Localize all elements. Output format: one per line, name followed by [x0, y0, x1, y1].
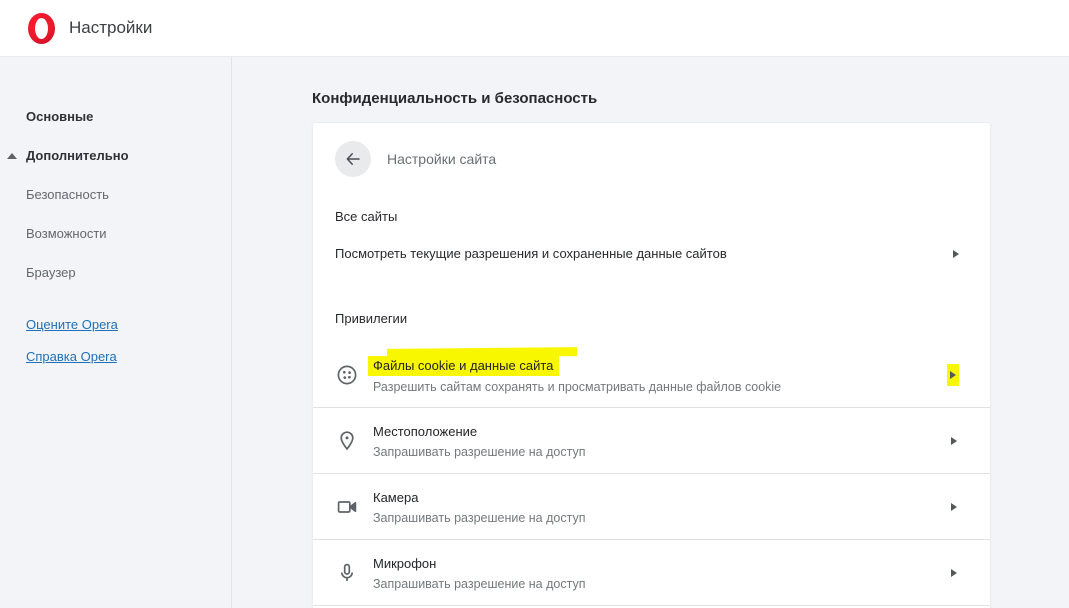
view-permissions-row[interactable]: Посмотреть текущие разрешения и сохранен… [313, 230, 990, 281]
settings-sidebar: Основные Дополнительно Безопасность Возм… [0, 57, 232, 608]
card-title: Настройки сайта [387, 151, 496, 167]
privileges-section-label: Привилегии [313, 281, 990, 332]
permission-title: Камера [373, 489, 418, 506]
sidebar-item-general[interactable]: Основные [26, 109, 231, 125]
card-header: Настройки сайта [313, 123, 990, 189]
back-button[interactable] [335, 141, 371, 177]
microphone-icon [335, 561, 359, 585]
permission-row[interactable]: Камера Запрашивать разрешение на доступ [313, 474, 990, 540]
camera-icon-wrap [335, 495, 359, 519]
chevron-right-icon [951, 503, 957, 511]
sidebar-item-security[interactable]: Безопасность [26, 187, 231, 203]
permission-row[interactable]: Микрофон Запрашивать разрешение на досту… [313, 540, 990, 606]
location-icon [335, 429, 359, 453]
permission-title: Микрофон [373, 555, 436, 572]
rate-opera-link[interactable]: Оцените Opera [26, 317, 231, 333]
camera-icon [335, 495, 359, 519]
settings-main: Конфиденциальность и безопасность Настро… [232, 57, 1069, 608]
chevron-right-icon [951, 437, 957, 445]
chevron-right-icon [950, 371, 956, 379]
cookie-icon-wrap [335, 363, 359, 387]
permission-row[interactable]: Файлы cookie и данные сайта Разрешить са… [313, 342, 990, 408]
sidebar-item-features[interactable]: Возможности [26, 226, 231, 242]
permission-subtitle: Разрешить сайтам сохранять и просматрива… [373, 380, 947, 394]
app-title: Настройки [69, 18, 152, 38]
view-permissions-label: Посмотреть текущие разрешения и сохранен… [335, 246, 727, 261]
opera-help-link[interactable]: Справка Opera [26, 349, 231, 365]
sidebar-item-advanced-label: Дополнительно [26, 148, 129, 163]
chevron-right-icon [953, 250, 959, 258]
permission-title: Местоположение [373, 423, 477, 440]
permission-list: Файлы cookie и данные сайта Разрешить са… [313, 342, 990, 606]
sidebar-item-advanced[interactable]: Дополнительно [26, 148, 231, 164]
microphone-icon-wrap [335, 561, 359, 585]
permission-row[interactable]: Местоположение Запрашивать разрешение на… [313, 408, 990, 474]
opera-logo-icon [28, 13, 55, 44]
cookie-icon [335, 363, 359, 387]
all-sites-section-label: Все сайты [313, 189, 990, 230]
chevron-right-icon [951, 569, 957, 577]
permission-title: Файлы cookie и данные сайта [368, 356, 559, 376]
permission-subtitle: Запрашивать разрешение на доступ [373, 577, 949, 591]
app-header: Настройки [0, 0, 1069, 57]
sidebar-item-browser[interactable]: Браузер [26, 265, 231, 281]
page-title: Конфиденциальность и безопасность [312, 90, 1069, 107]
collapse-triangle-icon[interactable] [7, 153, 17, 159]
site-settings-card: Настройки сайта Все сайты Посмотреть тек… [312, 122, 991, 608]
permission-subtitle: Запрашивать разрешение на доступ [373, 511, 949, 525]
back-arrow-icon [344, 150, 362, 168]
location-icon-wrap [335, 429, 359, 453]
permission-subtitle: Запрашивать разрешение на доступ [373, 445, 949, 459]
highlight-marker-stroke [387, 347, 577, 358]
